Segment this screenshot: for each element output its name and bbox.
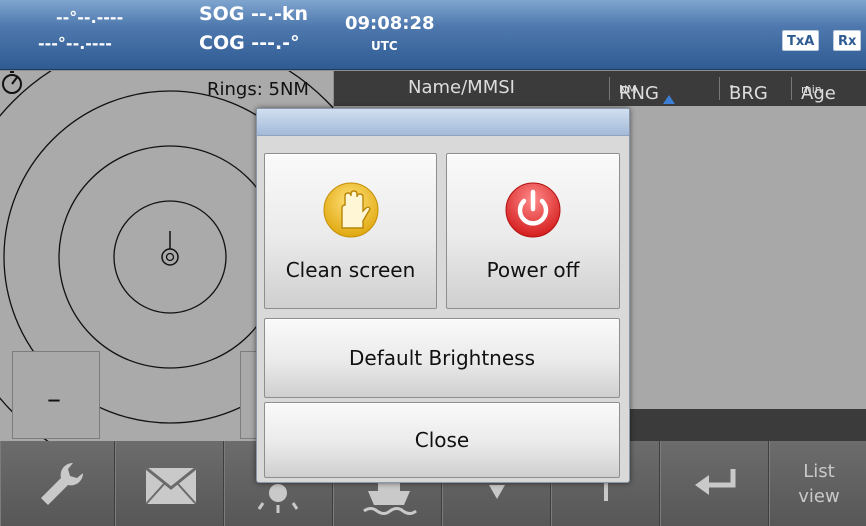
enter-button[interactable]	[660, 441, 769, 526]
brightness-icon	[257, 484, 299, 513]
rings-label: Rings: 5NM	[207, 79, 309, 100]
dialog-header	[257, 109, 629, 136]
default-brightness-label: Default Brightness	[349, 346, 535, 370]
time-readout: 09:08:28	[345, 13, 435, 34]
power-off-label: Power off	[486, 258, 580, 282]
compass-north-icon[interactable]	[0, 71, 24, 95]
status-bar: --°--.---- ---°--.---- SOG --.-kn COG --…	[0, 0, 866, 70]
message-icon	[145, 466, 197, 505]
cog-readout: COG ---.-°	[199, 32, 300, 54]
ship-icon	[363, 481, 417, 515]
column-divider	[719, 77, 720, 100]
power-dialog: Clean screen Power off Default Brightnes…	[256, 108, 630, 483]
clean-screen-button[interactable]: Clean screen	[264, 153, 437, 309]
list-header: Name/MMSI RNG NM BRG ° Age min	[334, 71, 866, 106]
settings-button[interactable]	[0, 441, 115, 526]
latitude-readout: --°--.----	[56, 8, 124, 27]
tx-badge: TxA	[782, 30, 820, 51]
longitude-readout: ---°--.----	[38, 34, 112, 53]
column-name[interactable]: Name/MMSI	[408, 77, 515, 98]
sog-readout: SOG --.-kn	[199, 3, 309, 25]
power-icon	[505, 182, 561, 238]
close-button[interactable]: Close	[264, 402, 620, 478]
glove-icon	[323, 182, 378, 238]
clean-screen-label: Clean screen	[285, 258, 416, 282]
wrench-icon	[41, 462, 84, 505]
list-view-label: List view	[798, 461, 840, 507]
list-view-button[interactable]: List view	[769, 441, 866, 526]
power-off-button[interactable]: Power off	[446, 153, 620, 309]
default-brightness-button[interactable]: Default Brightness	[264, 318, 620, 398]
sort-up-icon	[663, 95, 675, 104]
column-divider	[609, 77, 610, 100]
close-label: Close	[414, 428, 470, 452]
column-divider	[791, 77, 792, 100]
timezone-label: UTC	[371, 39, 398, 53]
rx-badge: Rx	[833, 30, 862, 51]
minus-icon: –	[47, 382, 61, 415]
enter-icon	[695, 469, 736, 495]
messages-button[interactable]	[115, 441, 224, 526]
down-arrow-icon	[489, 485, 505, 499]
zoom-out-button[interactable]: –	[12, 351, 100, 439]
